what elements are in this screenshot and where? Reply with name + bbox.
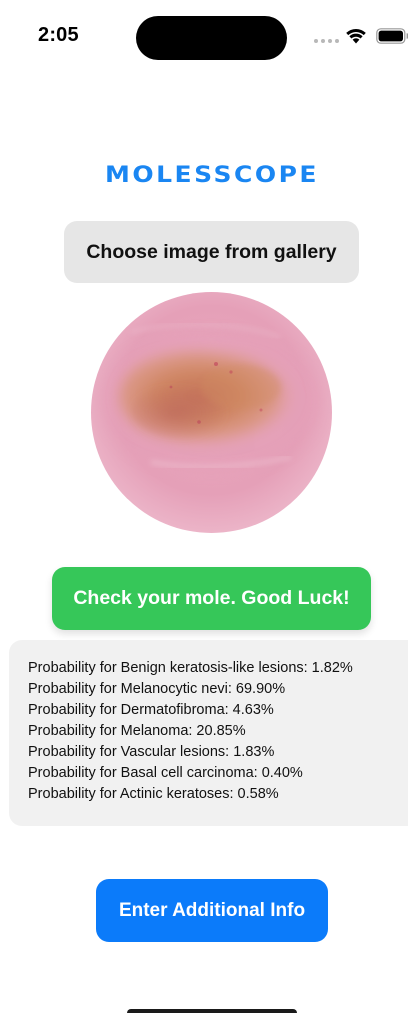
result-line: Probability for Benign keratosis-like le… [28, 660, 353, 676]
results-panel: Probability for Benign keratosis-like le… [9, 640, 408, 826]
result-line: Probability for Melanocytic nevi: 69.90% [28, 681, 286, 697]
enter-additional-info-button[interactable]: Enter Additional Info [96, 879, 328, 942]
result-line: Probability for Actinic keratoses: 0.58% [28, 786, 279, 802]
check-mole-button[interactable]: Check your mole. Good Luck! [52, 567, 371, 630]
app-screen: 2:05 MOLESSCOPE Choose image from galler… [0, 0, 408, 1013]
wifi-icon [346, 28, 366, 44]
battery-icon [376, 28, 408, 44]
result-line: Probability for Basal cell carcinoma: 0.… [28, 765, 303, 781]
signal-dots-icon [314, 39, 340, 44]
mole-photo-graphic [91, 292, 332, 533]
result-line: Probability for Vascular lesions: 1.83% [28, 744, 275, 760]
result-line: Probability for Dermatofibroma: 4.63% [28, 702, 274, 718]
status-time: 2:05 [38, 24, 79, 46]
choose-image-button[interactable]: Choose image from gallery [64, 221, 359, 283]
result-line: Probability for Melanoma: 20.85% [28, 723, 246, 739]
dynamic-island [136, 16, 287, 60]
home-indicator[interactable] [127, 1009, 297, 1013]
mole-photo [91, 292, 332, 533]
app-title: MOLESSCOPE [104, 161, 320, 188]
